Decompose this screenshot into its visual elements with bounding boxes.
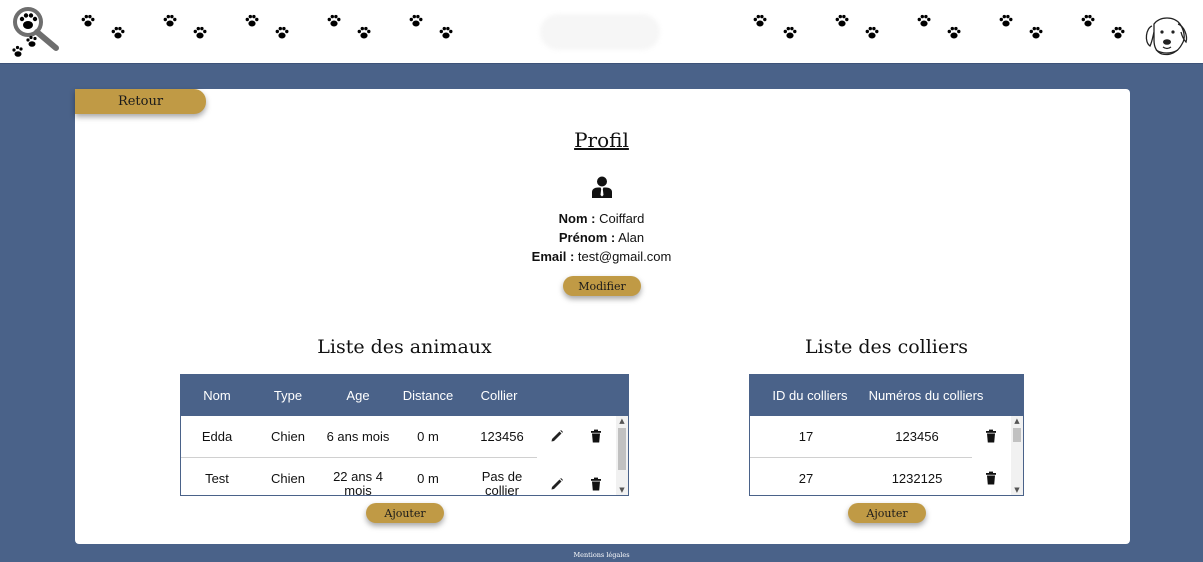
animals-section-title: Liste des animaux	[317, 336, 492, 358]
paw-icon	[916, 13, 932, 29]
page-title: Profil	[574, 128, 629, 152]
scroll-down-arrow-icon[interactable]: ▼	[1011, 485, 1023, 495]
profile-firstname-label: Prénom :	[558, 230, 616, 245]
cell-collar-number: 123456	[895, 429, 939, 444]
col-collar-number: Numéros du colliers	[868, 388, 984, 403]
delete-trash-icon[interactable]	[984, 471, 998, 485]
cell-nom: Test	[205, 471, 229, 486]
cell-collar-number: 1232125	[891, 471, 943, 486]
paw-magnifier-icon	[12, 7, 59, 57]
cell-age: 22 ans 4 mois	[333, 469, 383, 496]
cell-nom: Edda	[201, 429, 233, 444]
profile-name-label: Nom :	[558, 211, 596, 226]
animals-table-header: Nom Type Age Distance Collier	[181, 375, 628, 416]
collars-scrollbar[interactable]: ▲ ▼	[1011, 416, 1023, 495]
paw-icon	[356, 25, 372, 41]
paw-icon	[834, 13, 850, 29]
paw-icon	[1028, 25, 1044, 41]
paw-icon	[162, 13, 178, 29]
cell-type: Chien	[271, 471, 305, 486]
paw-icon	[80, 13, 96, 29]
scroll-thumb[interactable]	[1013, 428, 1021, 442]
add-collar-button[interactable]: Ajouter	[848, 503, 926, 523]
legal-notice-link[interactable]: Mentions légales	[0, 551, 1203, 559]
paw-icon	[408, 13, 424, 29]
cell-collier: Pas de collier	[481, 469, 523, 496]
scroll-up-arrow-icon[interactable]: ▲	[616, 416, 628, 426]
edit-pencil-icon[interactable]	[550, 429, 564, 443]
paw-icon	[998, 13, 1014, 29]
profile-email-value: test@gmail.com	[577, 249, 672, 264]
col-collier: Collier	[480, 388, 518, 403]
table-row: Edda Chien 6 ans mois 0 m 123456	[181, 416, 617, 457]
table-row: Test Chien 22 ans 4 mois 0 m Pas de coll…	[181, 458, 617, 496]
scroll-up-arrow-icon[interactable]: ▲	[1011, 416, 1023, 426]
header-banner	[0, 0, 1203, 64]
profile-firstname-line: Prénom : Alan	[0, 230, 1203, 245]
user-icon	[592, 176, 612, 198]
back-button[interactable]: Retour	[75, 89, 206, 114]
edit-profile-button[interactable]: Modifier	[563, 276, 641, 296]
animals-scrollbar[interactable]: ▲ ▼	[616, 416, 628, 495]
profile-name-line: Nom : Coiffard	[0, 211, 1203, 226]
profile-email-label: Email :	[531, 249, 575, 264]
edit-pencil-icon[interactable]	[550, 477, 564, 491]
col-age: Age	[346, 388, 370, 403]
profile-email-line: Email : test@gmail.com	[0, 249, 1203, 264]
cell-collar-id: 17	[798, 429, 814, 444]
paw-icon	[752, 13, 768, 29]
paw-icon	[1110, 25, 1126, 41]
delete-trash-icon[interactable]	[984, 429, 998, 443]
col-distance: Distance	[402, 388, 454, 403]
cell-distance: 0 m	[417, 429, 439, 444]
table-row: 27 1232125	[750, 458, 1012, 495]
paw-icon	[274, 25, 290, 41]
cell-type: Chien	[271, 429, 305, 444]
delete-trash-icon[interactable]	[589, 477, 603, 491]
delete-trash-icon[interactable]	[589, 429, 603, 443]
table-row: 17 123456	[750, 416, 1012, 457]
scroll-thumb[interactable]	[618, 428, 626, 470]
collars-table-header: ID du colliers Numéros du colliers	[750, 375, 1023, 416]
paw-icon	[244, 13, 260, 29]
col-nom: Nom	[203, 388, 231, 403]
dog-head-icon	[1145, 17, 1188, 56]
col-collar-id: ID du colliers	[772, 388, 848, 403]
paw-icon	[110, 25, 126, 41]
paw-icon	[864, 25, 880, 41]
cell-age: 6 ans mois	[326, 429, 390, 444]
profile-firstname-value: Alan	[618, 230, 645, 245]
cell-collar-id: 27	[798, 471, 814, 486]
paw-icon	[782, 25, 798, 41]
header-title-placeholder	[540, 14, 660, 50]
col-type: Type	[273, 388, 303, 403]
paw-icon	[192, 25, 208, 41]
animals-table: Nom Type Age Distance Collier Edda Chien…	[180, 374, 629, 496]
paw-icon	[438, 25, 454, 41]
profile-name-value: Coiffard	[599, 211, 645, 226]
collars-table: ID du colliers Numéros du colliers 17 12…	[749, 374, 1024, 496]
cell-distance: 0 m	[417, 471, 439, 486]
paw-icon	[946, 25, 962, 41]
paw-icon	[326, 13, 342, 29]
paw-icon	[1080, 13, 1096, 29]
cell-collier: 123456	[480, 429, 524, 444]
collars-section-title: Liste des colliers	[805, 336, 968, 358]
scroll-down-arrow-icon[interactable]: ▼	[616, 485, 628, 495]
add-animal-button[interactable]: Ajouter	[366, 503, 444, 523]
